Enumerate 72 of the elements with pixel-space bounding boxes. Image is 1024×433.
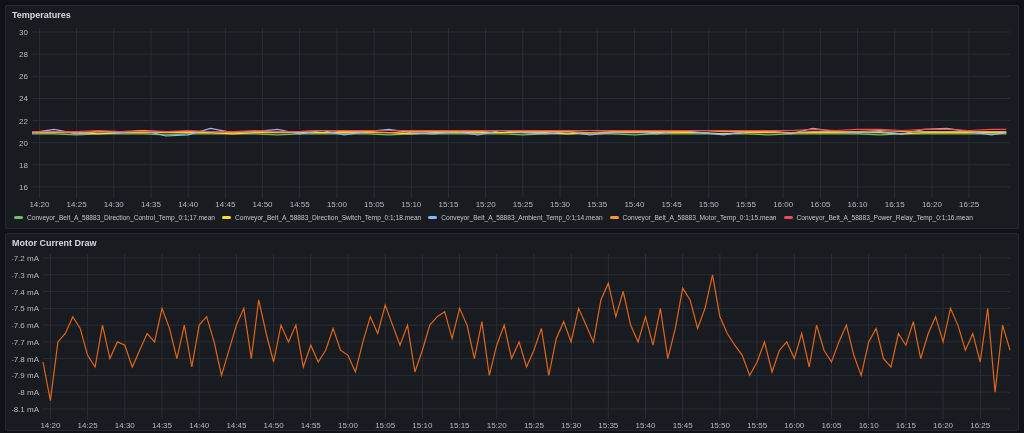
axis-tick-label: 16:10 <box>847 200 868 209</box>
axis-tick-label: 16:20 <box>921 200 942 209</box>
axis-tick-label: 16:25 <box>959 200 980 209</box>
axis-tick-label: 14:55 <box>289 200 310 209</box>
axis-tick-label: 14:50 <box>263 421 284 430</box>
axis-tick-label: -7.4 mA <box>12 287 39 297</box>
axis-tick-label: 16:00 <box>784 421 805 430</box>
axis-tick-label: 15:20 <box>475 200 496 209</box>
axis-tick-label: 14:45 <box>226 421 247 430</box>
axis-tick-label: 14:35 <box>141 200 161 209</box>
axis-tick-label: 15:00 <box>326 200 347 209</box>
axis-tick-label: -7.2 mA <box>12 254 39 263</box>
axis-tick-label: 16:25 <box>970 421 991 430</box>
axis-tick-label: 14:25 <box>66 200 87 209</box>
axis-tick-label: 15:35 <box>598 421 619 430</box>
axis-tick-label: 15:10 <box>401 200 422 209</box>
axis-tick-label: 20 <box>19 138 28 148</box>
axis-tick-label: 15:55 <box>747 421 768 430</box>
axis-tick-label: 15:05 <box>364 200 385 209</box>
axis-tick-label: 15:40 <box>624 200 645 209</box>
axis-tick-label: 15:30 <box>550 200 571 209</box>
axis-tick-label: 15:10 <box>412 421 433 430</box>
axis-tick-label: 15:40 <box>635 421 656 430</box>
axis-tick-label: 14:50 <box>252 200 273 209</box>
axis-tick-label: 16:00 <box>773 200 794 209</box>
axis-tick-label: -7.9 mA <box>12 371 39 381</box>
axis-tick-label: 14:55 <box>300 421 321 430</box>
axis-tick-label: -7.7 mA <box>12 337 39 347</box>
axis-tick-label: -7.5 mA <box>12 304 39 314</box>
axis-tick-label: 14:35 <box>152 421 173 430</box>
axis-tick-label: 15:45 <box>661 200 682 209</box>
axis-tick-label: 14:25 <box>77 421 98 430</box>
axis-tick-label: 15:45 <box>672 421 693 430</box>
axis-tick-label: 15:15 <box>449 421 470 430</box>
axis-tick-label: 15:05 <box>375 421 396 430</box>
axis-tick-label: 22 <box>19 116 28 126</box>
axis-tick-label: 16 <box>19 182 28 192</box>
axis-tick-label: -8.1 mA <box>12 404 39 414</box>
axis-tick-label: 15:35 <box>587 200 608 209</box>
axis-tick-label: 16:05 <box>821 421 842 430</box>
axis-tick-label: 14:20 <box>29 200 50 209</box>
axis-tick-label: 15:00 <box>337 421 358 430</box>
axis-tick-label: 16:15 <box>895 421 916 430</box>
axis-tick-label: 15:50 <box>709 421 730 430</box>
axis-tick-label: 15:55 <box>735 200 756 209</box>
axis-tick-label: 15:50 <box>698 200 719 209</box>
axis-tick-label: -7.6 mA <box>12 321 39 331</box>
axis-tick-label: 16:20 <box>933 421 954 430</box>
axis-tick-label: 14:30 <box>114 421 135 430</box>
axis-tick-label: 14:40 <box>189 421 210 430</box>
axis-tick-label: 18 <box>19 160 28 170</box>
axis-tick-label: 15:30 <box>561 421 582 430</box>
axis-tick-label: 15:20 <box>486 421 507 430</box>
axis-tick-label: -8 mA <box>17 388 39 398</box>
axis-tick-label: 14:30 <box>103 200 124 209</box>
axis-tick-label: 30 <box>19 28 28 37</box>
axis-tick-label: 26 <box>19 72 28 82</box>
axis-tick-label: -7.8 mA <box>12 354 39 364</box>
axis-tick-label: 14:40 <box>178 200 199 209</box>
panel-title: Temperatures <box>12 9 72 22</box>
axis-tick-label: 15:15 <box>438 200 459 209</box>
axis-tick-label: 16:10 <box>858 421 879 430</box>
axis-tick-label: 28 <box>19 50 28 60</box>
axis-tick-label: 15:25 <box>523 421 544 430</box>
axis-tick-label: -7.3 mA <box>12 270 39 280</box>
axis-tick-label: 16:05 <box>810 200 831 209</box>
axis-tick-label: 14:20 <box>40 421 61 430</box>
axis-tick-label: 16:15 <box>884 200 905 209</box>
panel-title: Motor Current Draw <box>12 237 98 250</box>
axis-tick-label: 15:25 <box>512 200 533 209</box>
axis-tick-label: 14:45 <box>215 200 236 209</box>
axis-tick-label: 24 <box>19 94 28 104</box>
